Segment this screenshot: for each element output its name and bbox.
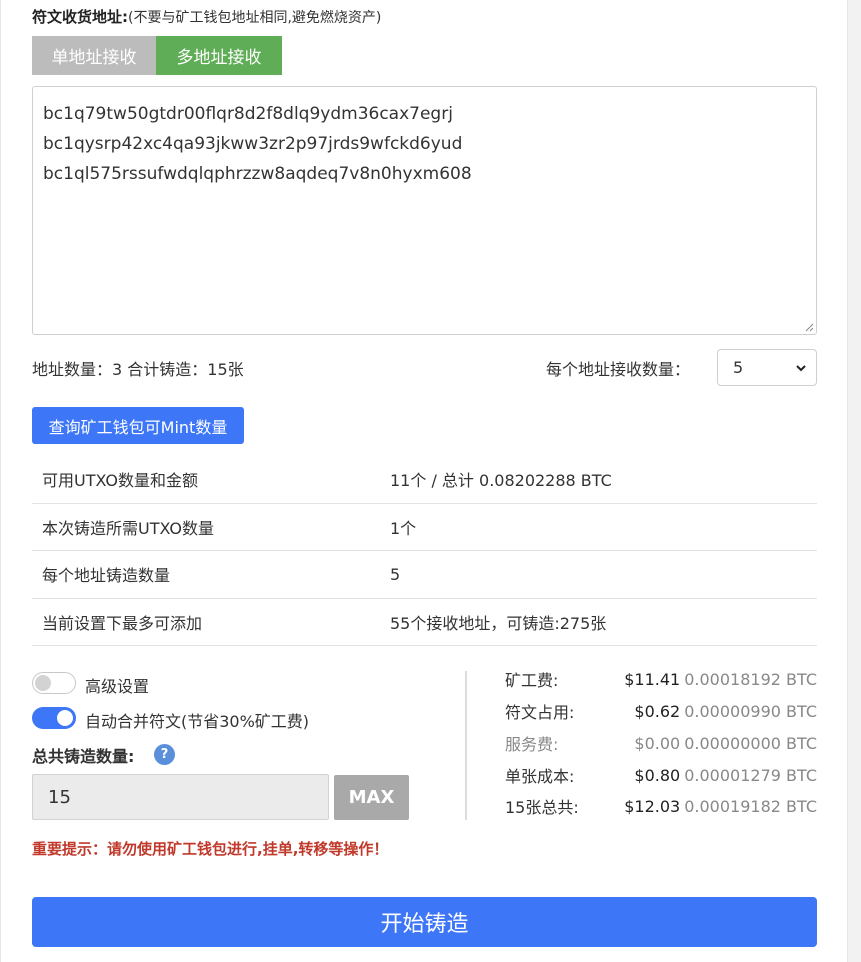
chevron-down-icon xyxy=(796,365,806,372)
address-line: bc1qysrp42xc4qa93jkww3zr2p97jrds9wfckd6y… xyxy=(43,134,463,154)
max-button[interactable]: MAX xyxy=(334,775,409,820)
tab-single-address[interactable]: 单地址接收 xyxy=(32,36,156,75)
per-address-label: 每个地址接收数量： xyxy=(546,360,691,379)
table-row: 当前设置下最多可添加 55个接收地址，可铸造:275张 xyxy=(32,599,817,646)
fee-btc: 0.00000000 BTC xyxy=(684,733,817,753)
fee-label: 15张总共: xyxy=(505,798,579,817)
divider xyxy=(465,671,467,820)
fee-row-unit: 单张成本: $0.80 0.00001279 BTC xyxy=(505,759,817,791)
address-line: bc1q79tw50gtdr00flqr8d2f8dlq9ydm36cax7eg… xyxy=(43,104,453,124)
tab-multi-address[interactable]: 多地址接收 xyxy=(156,36,282,75)
per-address-select-value: 5 xyxy=(733,358,744,377)
address-header-title: 符文收货地址: xyxy=(32,8,128,26)
start-mint-button[interactable]: 开始铸造 xyxy=(32,897,817,947)
total-mint-value: 15 xyxy=(48,786,71,808)
toggle-knob xyxy=(57,710,73,726)
info-value: 55个接收地址，可铸造:275张 xyxy=(390,613,607,633)
fee-usd: $0.80 xyxy=(634,765,681,785)
total-mint-label: 总共铸造数量: xyxy=(32,747,135,766)
auto-merge-toggle[interactable] xyxy=(32,707,76,729)
fee-btc: 0.00001279 BTC xyxy=(684,765,817,785)
fee-row-miner: 矿工费: $11.41 0.00018192 BTC xyxy=(505,663,817,695)
fee-label: 服务费: xyxy=(505,735,559,754)
fee-usd: $0.00 xyxy=(634,733,681,753)
info-value: 5 xyxy=(390,564,401,584)
info-key: 每个地址铸造数量 xyxy=(42,566,171,586)
advanced-settings-label: 高级设置 xyxy=(85,677,150,696)
total-mint-input[interactable]: 15 xyxy=(32,774,329,820)
fee-label: 单张成本: xyxy=(505,767,575,786)
info-key: 本次铸造所需UTXO数量 xyxy=(42,518,215,538)
resize-grip-icon[interactable] xyxy=(804,322,814,332)
advanced-settings-toggle[interactable] xyxy=(32,672,76,694)
fee-usd: $11.41 xyxy=(624,669,681,689)
address-stats: 地址数量：3 合计铸造：15张 xyxy=(32,360,244,379)
query-mint-button[interactable]: 查询矿工钱包可Mint数量 xyxy=(32,407,244,444)
address-header-note: (不要与矿工钱包地址相同,避免燃烧资产) xyxy=(128,10,382,26)
address-header: 符文收货地址:(不要与矿工钱包地址相同,避免燃烧资产) xyxy=(32,6,381,27)
table-row: 每个地址铸造数量 5 xyxy=(32,551,817,599)
address-line: bc1ql575rssufwdqlqphrzzw8aqdeq7v8n0hyxm6… xyxy=(43,164,472,184)
fee-btc: 0.00000990 BTC xyxy=(684,701,817,721)
fee-btc: 0.00019182 BTC xyxy=(684,796,817,816)
fee-label: 符文占用: xyxy=(505,703,575,722)
address-textarea[interactable]: bc1q79tw50gtdr00flqr8d2f8dlq9ydm36cax7eg… xyxy=(32,86,817,335)
table-row: 可用UTXO数量和金额 11个 / 总计 0.08202288 BTC xyxy=(32,456,817,504)
fee-label: 矿工费: xyxy=(505,671,559,690)
fee-usd: $12.03 xyxy=(624,796,681,816)
fee-row-total: 15张总共: $12.03 0.00019182 BTC xyxy=(505,790,817,822)
help-icon[interactable]: ? xyxy=(154,744,175,765)
info-value: 1个 xyxy=(390,518,417,538)
toggle-knob xyxy=(35,675,51,691)
fee-btc: 0.00018192 BTC xyxy=(684,669,817,689)
fee-row-rune: 符文占用: $0.62 0.00000990 BTC xyxy=(505,695,817,727)
fee-row-service: 服务费: $0.00 0.00000000 BTC xyxy=(505,727,817,759)
info-key: 当前设置下最多可添加 xyxy=(42,613,203,633)
table-row: 本次铸造所需UTXO数量 1个 xyxy=(32,504,817,551)
per-address-select[interactable]: 5 xyxy=(717,349,817,386)
info-key: 可用UTXO数量和金额 xyxy=(42,471,199,491)
info-value: 11个 / 总计 0.08202288 BTC xyxy=(390,471,612,491)
mint-panel: 符文收货地址:(不要与矿工钱包地址相同,避免燃烧资产) 单地址接收 多地址接收 … xyxy=(0,0,848,962)
utxo-info-table: 可用UTXO数量和金额 11个 / 总计 0.08202288 BTC 本次铸造… xyxy=(32,456,817,646)
warning-text: 重要提示：请勿使用矿工钱包进行,挂单,转移等操作！ xyxy=(32,840,389,858)
fee-usd: $0.62 xyxy=(634,701,681,721)
auto-merge-label: 自动合并符文(节省30%矿工费) xyxy=(85,712,310,731)
